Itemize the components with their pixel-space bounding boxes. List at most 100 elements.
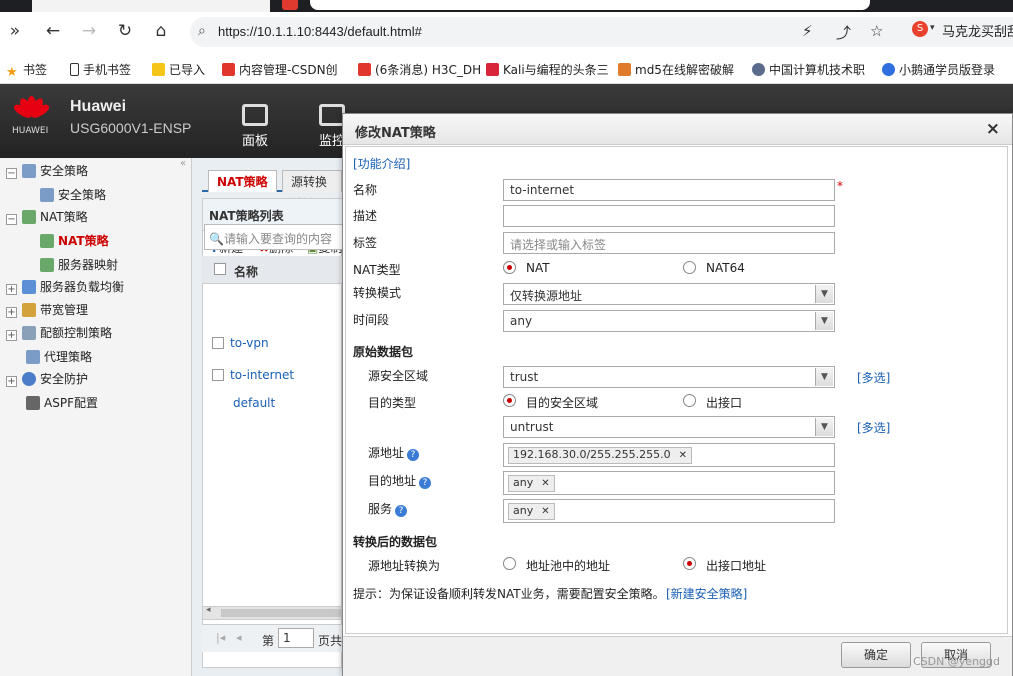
bookmark-item[interactable]: Kali与编程的头条三	[486, 61, 609, 78]
search-input[interactable]: 🔍请输入要查询的内容	[204, 224, 344, 250]
search-engine-icon[interactable]: S	[912, 21, 928, 37]
remove-icon[interactable]: ✕	[541, 506, 549, 517]
src-addr-field[interactable]: 192.168.30.0/255.255.255.0 ✕	[503, 443, 835, 467]
tree-nat-policy[interactable]: − NAT策略	[6, 208, 88, 225]
dropdown-icon[interactable]: ▾	[930, 23, 935, 33]
chevron-down-icon[interactable]: ▼	[815, 312, 833, 330]
expand-icon[interactable]: +	[6, 376, 17, 387]
page-input[interactable]: 1	[278, 628, 314, 648]
nat-icon	[22, 210, 36, 224]
dst-zone-select[interactable]: untrust ▼	[503, 416, 835, 438]
browser-tab-favicon[interactable]	[282, 0, 298, 10]
tree-quota[interactable]: + 配额控制策略	[6, 324, 112, 341]
nat64-radio[interactable]	[683, 261, 696, 274]
collapse-icon[interactable]: «	[180, 158, 186, 169]
lightning-icon[interactable]: ⚡	[802, 22, 813, 40]
chevron-down-icon[interactable]: ▼	[815, 285, 833, 303]
bookmark-item[interactable]: md5在线解密破解	[618, 61, 734, 78]
chevron-down-icon[interactable]: ▼	[815, 368, 833, 386]
pool-address-radio[interactable]	[503, 557, 516, 570]
help-icon[interactable]: ?	[395, 505, 408, 517]
table-row[interactable]: default	[233, 396, 275, 410]
tree-server-mapping[interactable]: 服务器映射	[40, 256, 118, 273]
collapse-icon[interactable]: −	[6, 168, 17, 179]
loadbalance-icon	[22, 280, 36, 294]
tree-proxy[interactable]: 代理策略	[26, 348, 92, 365]
search-engine-text[interactable]: 马克龙买刮刮	[942, 21, 1013, 40]
dst-addr-field[interactable]: any ✕	[503, 471, 835, 495]
bookmark-item[interactable]: 已导入	[152, 61, 205, 78]
remove-icon[interactable]: ✕	[541, 478, 549, 489]
prev-page-icon[interactable]: ◂	[236, 631, 242, 644]
bookmark-item[interactable]: 小鹅通学员版登录	[882, 61, 995, 78]
row-checkbox[interactable]	[212, 337, 224, 349]
help-icon[interactable]: ?	[407, 449, 420, 461]
collapse-icon[interactable]: −	[6, 214, 17, 225]
nat-radio[interactable]	[503, 261, 516, 274]
mode-select[interactable]: 仅转换源地址 ▼	[503, 283, 835, 305]
row-checkbox[interactable]	[212, 369, 224, 381]
bookmark-item[interactable]: ★ 书签	[6, 61, 47, 79]
reload-icon[interactable]: ↻	[114, 20, 136, 42]
address-bar[interactable]: ⌕ https://10.1.1.10:8443/default.html# ⚡…	[190, 17, 1013, 47]
ok-button[interactable]: 确定	[841, 642, 911, 668]
expand-icon[interactable]: +	[6, 307, 17, 318]
list-area: NAT策略 源转换地址 NAT策略列表 ✚新建 ✖删除 ▣复制 🔍请输入要查询的…	[192, 158, 344, 676]
tree-protection[interactable]: + 安全防护	[6, 370, 88, 387]
help-icon[interactable]: ?	[419, 477, 432, 489]
back-icon[interactable]: ←	[42, 20, 64, 42]
quota-icon	[22, 326, 36, 340]
service-field[interactable]: any ✕	[503, 499, 835, 523]
star-icon[interactable]: ☆	[870, 22, 883, 40]
tag-field[interactable]: 请选择或输入标签	[503, 232, 835, 254]
expand-icon[interactable]: +	[6, 330, 17, 341]
table-row[interactable]: to-vpn	[212, 336, 269, 350]
desc-field[interactable]	[503, 205, 835, 227]
tree-security-policy[interactable]: − 安全策略	[6, 162, 88, 179]
bookmark-item[interactable]: (6条消息) H3C_DH	[358, 61, 481, 78]
chevrons-icon[interactable]: »	[4, 20, 26, 42]
edit-nat-policy-dialog: 修改NAT策略 × [功能介绍] 名称 to-internet * 描述 标签 …	[342, 113, 1013, 676]
logo-text: HUAWEI	[12, 126, 49, 136]
horizontal-scrollbar[interactable]: ◂	[202, 605, 343, 620]
url-text[interactable]: https://10.1.1.10:8443/default.html#	[218, 24, 422, 39]
dst-zone-multi-link[interactable]: [多选]	[857, 419, 890, 436]
new-security-policy-link[interactable]: [新建安全策略]	[666, 585, 747, 602]
nav-dashboard[interactable]: 面板	[235, 104, 275, 149]
time-label: 时间段	[353, 313, 390, 327]
bookmark-item[interactable]: 手机书签	[70, 61, 131, 78]
share-icon[interactable]: ⤴	[836, 22, 851, 43]
time-select[interactable]: any ▼	[503, 310, 835, 332]
home-icon[interactable]: ⌂	[150, 20, 172, 42]
browser-tab[interactable]	[310, 0, 870, 10]
dialog-body: [功能介绍] 名称 to-internet * 描述 标签 请选择或输入标签 N…	[345, 146, 1008, 634]
tree-nat-policy-child[interactable]: NAT策略	[40, 232, 109, 249]
remove-icon[interactable]: ✕	[679, 450, 687, 461]
name-field[interactable]: to-internet	[503, 179, 835, 201]
dst-zone-radio[interactable]	[503, 394, 516, 407]
server-icon	[40, 258, 54, 272]
select-all-checkbox[interactable]	[214, 263, 226, 275]
tree-aspf[interactable]: ASPF配置	[26, 394, 98, 411]
src-zone-select[interactable]: trust ▼	[503, 366, 835, 388]
close-icon[interactable]: ×	[986, 119, 1000, 139]
tab-source-address[interactable]: 源转换地址	[282, 170, 342, 211]
out-interface-address-radio[interactable]	[683, 557, 696, 570]
table-row[interactable]: to-internet	[212, 368, 294, 382]
bookmark-item[interactable]: 中国计算机技术职	[752, 61, 865, 78]
tree-server-lb[interactable]: + 服务器负载均衡	[6, 278, 124, 295]
bookmark-item[interactable]: 内容管理-CSDN创	[222, 61, 338, 78]
out-interface-radio[interactable]	[683, 394, 696, 407]
tree-security-policy-child[interactable]: 安全策略	[40, 186, 106, 203]
intro-link[interactable]: [功能介绍]	[353, 155, 410, 172]
forward-icon[interactable]: →	[78, 20, 100, 42]
expand-icon[interactable]: +	[6, 284, 17, 295]
tree-bandwidth[interactable]: + 带宽管理	[6, 301, 88, 318]
first-page-icon[interactable]: |◂	[216, 631, 225, 644]
scroll-left-icon[interactable]: ◂	[206, 605, 211, 615]
browser-toolbar: » ← → ↻ ⌂ ⌕ https://10.1.1.10:8443/defau…	[0, 12, 1013, 52]
src-zone-multi-link[interactable]: [多选]	[857, 369, 890, 386]
tab-nat-policy[interactable]: NAT策略	[208, 170, 277, 192]
browser-tab-active[interactable]	[32, 0, 270, 12]
chevron-down-icon[interactable]: ▼	[815, 418, 833, 436]
